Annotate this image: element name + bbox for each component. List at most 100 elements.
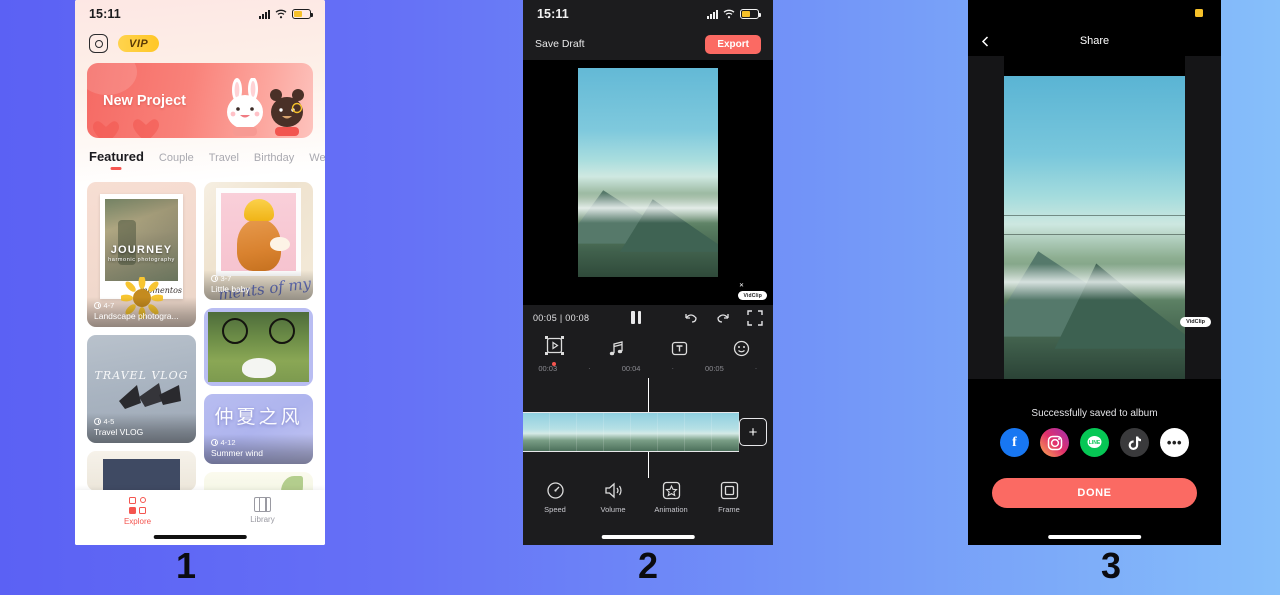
editor-bottom-toolbar: Speed Volume Animation Frame — [523, 473, 773, 521]
template-thumbnail — [221, 193, 296, 271]
share-instagram-icon[interactable] — [1040, 428, 1069, 457]
tool-label: Volume — [600, 504, 626, 514]
video-frame — [578, 68, 718, 277]
tab-label-library: Library — [250, 515, 275, 524]
ruler-tick: · — [754, 363, 758, 373]
page-title: Share — [1079, 35, 1110, 47]
phone-1-explore: 15:11 VIP New Project Featured Couple Tr… — [75, 0, 325, 545]
figure-number-1: 1 — [176, 545, 197, 586]
page-title: New Project — [103, 92, 186, 109]
sticker-smiley-icon[interactable] — [732, 339, 751, 358]
tool-speed[interactable]: Speed — [537, 481, 573, 514]
tab-couple[interactable]: Couple — [159, 152, 194, 170]
template-thumbnail — [208, 312, 309, 382]
tab-featured[interactable]: Featured — [89, 149, 144, 170]
home-indicator — [1047, 534, 1142, 539]
text-icon[interactable] — [670, 339, 689, 358]
export-button[interactable]: Export — [705, 34, 761, 54]
timecode-label: 00:05 | 00:08 — [533, 312, 590, 323]
template-card-travel-vlog[interactable]: TRAVEL VLOG 4-5 Travel VLOG — [87, 335, 196, 443]
video-preview-area[interactable]: ✕ VidClip — [523, 60, 773, 305]
template-card-summer-wind[interactable]: 仲夏之风 4-12 Summer wind — [204, 394, 313, 464]
gear-icon[interactable] — [89, 34, 108, 53]
star-square-icon — [662, 481, 680, 499]
phone-2-editor: 15:11 Save Draft Export ✕ VidClip 00:05 … — [523, 0, 773, 545]
share-line-icon[interactable]: LINE — [1080, 428, 1109, 457]
share-facebook-icon[interactable]: f — [1000, 428, 1029, 457]
category-tabs: Featured Couple Travel Birthday Wedding — [75, 138, 325, 170]
watermark-badge: VidClip — [1180, 317, 1211, 327]
phone-3-share: Share VidClip Successfully saved to albu… — [968, 0, 1221, 545]
tool-frame[interactable]: Frame — [711, 481, 747, 514]
template-card-bicycle[interactable] — [204, 308, 313, 386]
card-meta: 3-7 Little baby — [204, 270, 313, 300]
track-type-tabs — [523, 333, 773, 366]
birds-illustration — [119, 383, 181, 409]
track-tab-video[interactable] — [544, 336, 564, 366]
editor-top-bar: Save Draft Export — [523, 28, 773, 60]
share-tiktok-icon[interactable] — [1120, 428, 1149, 457]
bear-illustration — [270, 89, 304, 136]
card-title: Summer wind — [211, 448, 263, 458]
heart-shape-icon — [133, 118, 167, 138]
template-thumbnail — [105, 199, 178, 281]
playback-controls: 00:05 | 00:08 — [523, 305, 773, 330]
speedometer-icon — [546, 481, 564, 499]
tool-ratio[interactable]: Ratio — [769, 481, 773, 514]
tool-animation[interactable]: Animation — [653, 481, 689, 514]
watermark-badge[interactable]: VidClip — [738, 291, 767, 300]
timeline-ruler: 00:03 · 00:04 · 00:05 · — [523, 360, 773, 376]
vip-badge[interactable]: VIP — [118, 35, 160, 52]
timeline-track[interactable]: + — [523, 412, 773, 452]
template-card-partial[interactable] — [87, 451, 196, 491]
ruler-tick: 00:04 — [621, 363, 641, 373]
undo-icon[interactable] — [683, 310, 699, 326]
explore-grid-icon — [129, 497, 146, 514]
card-duration: 4-12 — [211, 438, 306, 447]
tab-wedding[interactable]: Wedding — [309, 152, 325, 170]
battery-low-icon — [740, 9, 761, 19]
sidebar-item-library[interactable]: Library — [200, 497, 325, 524]
card-title: Little baby — [211, 284, 250, 294]
ruler-tick: · — [587, 363, 591, 373]
redo-icon[interactable] — [715, 310, 731, 326]
new-project-banner[interactable]: New Project — [87, 63, 313, 138]
chevron-left-icon[interactable] — [980, 35, 991, 47]
overlay-title: 仲夏之风 — [214, 406, 303, 428]
sidebar-item-explore[interactable]: Explore — [75, 497, 200, 526]
pause-icon[interactable] — [631, 311, 642, 324]
share-more-icon[interactable]: ••• — [1160, 428, 1189, 457]
svg-text:LINE: LINE — [1089, 440, 1101, 446]
video-preview-area[interactable]: VidClip — [968, 56, 1221, 379]
tab-label-explore: Explore — [123, 517, 152, 526]
heart-shape-icon — [93, 120, 119, 138]
phone1-status-bar: 15:11 — [75, 0, 325, 28]
ruler-tick: 00:03 — [538, 363, 558, 373]
plus-icon[interactable]: + — [739, 418, 767, 446]
control-icons — [683, 309, 763, 326]
card-meta: 4-12 Summer wind — [204, 434, 313, 464]
fullscreen-icon[interactable] — [747, 309, 763, 326]
tab-birthday[interactable]: Birthday — [254, 152, 294, 170]
tool-label: Frame — [718, 504, 740, 514]
music-note-icon[interactable] — [607, 339, 626, 358]
volume-icon — [604, 482, 622, 498]
status-icons — [259, 9, 313, 19]
tool-volume[interactable]: Volume — [595, 481, 631, 514]
tool-label: Animation — [654, 504, 688, 514]
template-card-journey[interactable]: JOURNEY harmonic photography momentos 4-… — [87, 182, 196, 327]
template-card-little-baby[interactable]: ments of my 3-7 Little baby — [204, 182, 313, 300]
tab-travel[interactable]: Travel — [209, 152, 239, 170]
done-button[interactable]: DONE — [992, 478, 1197, 508]
wifi-icon — [723, 9, 735, 19]
decor-blob — [87, 63, 137, 95]
video-clip-icon — [544, 336, 564, 355]
video-clip[interactable] — [523, 412, 739, 452]
close-icon[interactable]: ✕ — [739, 283, 744, 289]
share-targets: f LINE ••• — [968, 428, 1221, 457]
ruler-tick: · — [671, 363, 675, 373]
ruler-tick: 00:05 — [705, 363, 724, 373]
save-draft-button[interactable]: Save Draft — [535, 38, 585, 50]
bunny-illustration — [227, 78, 263, 136]
card-title: Travel VLOG — [94, 427, 144, 437]
